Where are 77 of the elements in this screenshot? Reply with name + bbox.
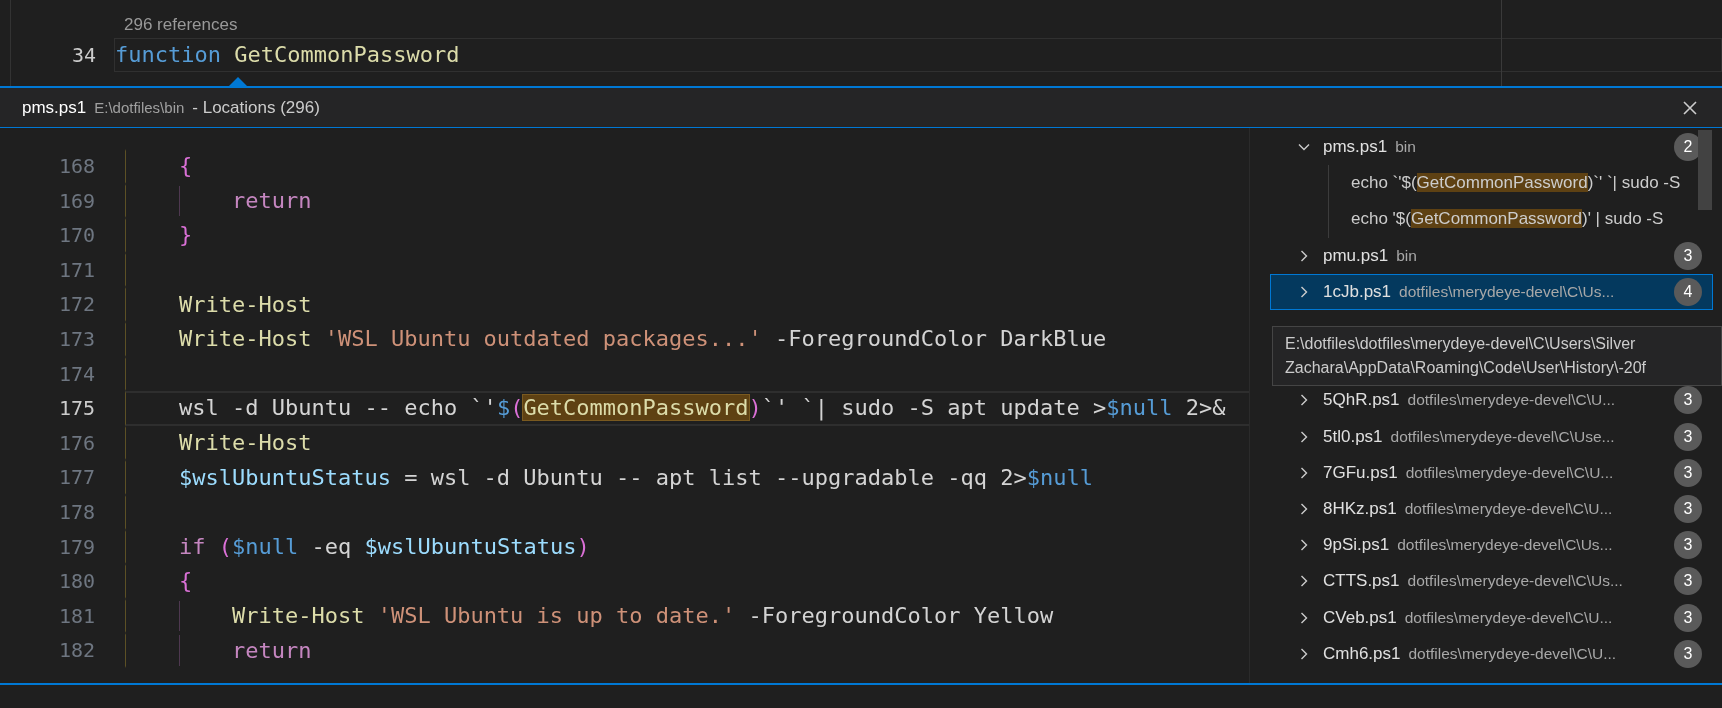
file-name: Cmh6.ps1 — [1323, 643, 1401, 664]
file-name: 5QhR.ps1 — [1323, 390, 1400, 411]
count-badge: 3 — [1674, 531, 1702, 560]
code-line: if ($null -eq $wslUbuntuStatus) — [177, 532, 590, 561]
file-name: 7GFu.ps1 — [1323, 462, 1398, 483]
line-number: 173 — [57, 325, 95, 353]
file-name: pms.ps1 — [1323, 137, 1388, 158]
count-badge: 3 — [1674, 639, 1702, 668]
file-name: 1cJb.ps1 — [1323, 281, 1392, 302]
tree-item[interactable]: 5tl0.ps1 dotfiles\merydeye-devel\C\Use... 3 — [1270, 418, 1713, 455]
file-path: dotfiles\merydeye-devel\C\U... — [1407, 391, 1616, 410]
tree-item[interactable]: 1cJb.ps1 dotfiles\merydeye-devel\C\Us... 4 — [1270, 273, 1713, 310]
file-name: CTTS.ps1 — [1323, 571, 1400, 592]
path-tooltip: E:\dotfiles\dotfiles\merydeye-devel\C\Users\Silver Zachara\AppData\Roaming\Code\User\History\-20f — [1272, 326, 1722, 386]
code-line: $wslUbuntuStatus = wsl -d Ubuntu -- apt list --upgradable -qq 2>$null — [177, 463, 1093, 492]
tree-item[interactable]: 8HKz.ps1 dotfiles\merydeye-devel\C\U... 3 — [1270, 490, 1713, 528]
line-number: 168 — [57, 153, 95, 180]
file-path: dotfiles\merydeye-devel\C\U... — [1408, 644, 1617, 663]
tree-item[interactable]: 7GFu.ps1 dotfiles\merydeye-devel\C\U... 3 — [1270, 454, 1713, 491]
file-path: bin — [1396, 246, 1417, 265]
line-number: 175 — [57, 395, 95, 423]
tree-item[interactable]: pmu.ps1 bin 3 — [1270, 237, 1713, 274]
line-number: 170 — [57, 222, 95, 250]
codelens-references[interactable]: 296 references — [124, 15, 238, 34]
code-line: Write-Host — [177, 429, 312, 458]
code-line: Write-Host — [177, 290, 312, 319]
code-line: Write-Host 'WSL Ubuntu is up to date.' -ForegroundColor Yellow — [230, 602, 1054, 630]
file-path: dotfiles\merydeye-devel\C\U... — [1405, 463, 1614, 482]
scrollbar-thumb[interactable] — [1698, 130, 1712, 210]
line-number: 169 — [57, 187, 95, 215]
count-badge: 3 — [1674, 386, 1702, 415]
file-path: dotfiles\merydeye-devel\C\U... — [1404, 499, 1613, 518]
file-name: 5tl0.ps1 — [1323, 426, 1383, 447]
code-line: return — [230, 636, 312, 665]
count-badge: 3 — [1674, 603, 1702, 632]
line-number: 179 — [57, 533, 95, 561]
file-path: bin — [1395, 138, 1416, 157]
file-name: 9pSi.ps1 — [1323, 535, 1390, 556]
line-number: 177 — [57, 464, 95, 492]
line-number: 171 — [57, 256, 95, 284]
file-name: pmu.ps1 — [1323, 245, 1389, 266]
line-number: 182 — [57, 637, 95, 665]
count-badge: 3 — [1674, 567, 1702, 596]
line-number: 176 — [57, 429, 95, 457]
file-path: dotfiles\merydeye-devel\C\Us... — [1399, 282, 1615, 301]
line-number: 181 — [57, 602, 95, 630]
line-number: 34 — [70, 43, 97, 67]
tree-item[interactable]: 9pSi.ps1 dotfiles\merydeye-devel\C\Us... 3 — [1270, 527, 1713, 564]
count-badge: 3 — [1674, 494, 1702, 523]
file-path: dotfiles\merydeye-devel\C\Use... — [1390, 427, 1615, 446]
peek-title: - Locations (296) — [192, 97, 320, 118]
code-line: Write-Host 'WSL Ubuntu outdated packages...' -ForegroundColor DarkBlue — [177, 325, 1107, 354]
count-badge: 3 — [1674, 422, 1702, 451]
line-number: 178 — [57, 498, 95, 526]
count-badge: 4 — [1674, 277, 1702, 306]
file-path: dotfiles\merydeye-devel\C\U... — [1404, 608, 1613, 627]
line-number: 172 — [57, 291, 95, 319]
peek-file-path: E:\dotfiles\bin — [94, 99, 185, 116]
code-line: { — [177, 567, 193, 596]
line-number: 180 — [57, 568, 95, 596]
tree-item[interactable]: CTTS.ps1 dotfiles\merydeye-devel\C\Us... 3 — [1270, 563, 1713, 600]
tree-item[interactable]: CVeb.ps1 dotfiles\merydeye-devel\C\U... 3 — [1270, 599, 1713, 636]
count-badge: 3 — [1674, 458, 1702, 487]
close-icon — [1682, 99, 1698, 116]
file-path: dotfiles\merydeye-devel\C\Us... — [1407, 572, 1623, 591]
code-line: wsl -d Ubuntu -- echo `'$(GetCommonPassword)`' `| sudo -S apt update >$null 2>& — [177, 394, 1226, 423]
code-line: return — [230, 186, 312, 215]
count-badge: 3 — [1674, 241, 1702, 270]
file-path: dotfiles\merydeye-devel\C\Us... — [1397, 536, 1613, 555]
peek-file-name: pms.ps1 — [22, 97, 87, 118]
line-number: 174 — [57, 360, 95, 388]
tree-item[interactable]: Cmh6.ps1 dotfiles\merydeye-devel\C\U... 3 — [1270, 635, 1713, 672]
code-line: { — [177, 152, 193, 181]
code-line: } — [177, 221, 193, 250]
file-name: 8HKz.ps1 — [1323, 498, 1397, 519]
file-name: CVeb.ps1 — [1323, 607, 1397, 628]
match-result[interactable]: echo `'$(GetCommonPassword)`' `| sudo -S — [1351, 173, 1681, 194]
